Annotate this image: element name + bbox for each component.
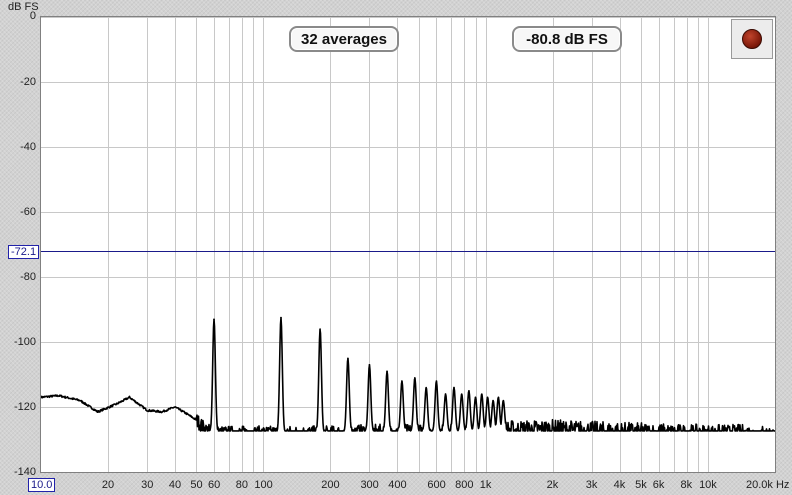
cursor-level-label[interactable]: -72.1 <box>8 244 40 259</box>
harmonic-peak <box>368 364 371 366</box>
x-tick-label: 8k <box>680 479 693 491</box>
y-tick-label: -40 <box>20 141 36 153</box>
spectrum-trace <box>41 316 775 432</box>
x-tick-label: 300 <box>360 479 379 491</box>
harmonic-peak <box>386 370 388 373</box>
level-readout: -80.8 dB FS <box>512 26 622 52</box>
harmonic-peak <box>474 396 477 399</box>
harmonic-peak <box>481 393 483 395</box>
harmonic-peak <box>414 377 416 379</box>
harmonic-peak <box>453 386 455 389</box>
x-tick-label: 50 <box>190 479 203 491</box>
harmonic-peak <box>280 316 282 319</box>
harmonic-peak <box>497 396 500 399</box>
x-tick-label: 80 <box>235 479 249 491</box>
harmonic-peak <box>347 357 349 360</box>
harmonic-peak <box>468 390 470 392</box>
x-tick-label: 400 <box>388 479 407 491</box>
x-tick-label: 1k <box>479 479 492 491</box>
harmonic-peak <box>502 399 505 402</box>
harmonic-peak <box>486 396 489 399</box>
harmonic-peak <box>460 393 463 395</box>
y-tick-label: -20 <box>20 76 36 88</box>
x-tick-label: 60 <box>208 479 221 491</box>
x-tick-label: 200 <box>321 479 340 491</box>
x-tick-label: 6k <box>652 479 665 491</box>
spectrum-analyzer-window: dB FS 0 -20 -40 -60 -80 -100 -120 -140 20 30 40 50… <box>0 0 792 495</box>
y-tick-label: -140 <box>13 466 36 478</box>
y-tick-label: -120 <box>13 401 36 413</box>
x-tick-label: 20 <box>101 479 115 491</box>
y-tick-label: -100 <box>13 336 36 348</box>
x-tick-label: 5k <box>635 479 647 491</box>
x-tick-label: 20.0k Hz <box>746 479 790 491</box>
x-tick-label: 30 <box>141 479 154 491</box>
x-tick-label: 2k <box>546 479 559 491</box>
x-axis-start-label[interactable]: 10.0 <box>28 478 56 492</box>
record-button[interactable] <box>731 19 773 59</box>
x-tick-label: 800 <box>455 479 474 491</box>
harmonic-peak <box>444 393 447 395</box>
spectrum-chart <box>41 17 775 472</box>
x-tick-label: 600 <box>427 479 446 491</box>
averages-badge: 32 averages <box>289 26 399 52</box>
y-tick-label: -60 <box>20 206 36 218</box>
harmonic-peak <box>319 328 321 330</box>
record-icon <box>742 29 762 49</box>
x-tick-label: 3k <box>585 479 598 491</box>
y-tick-label: 0 <box>29 10 36 22</box>
harmonic-peak <box>213 318 215 321</box>
harmonic-peak <box>425 386 428 389</box>
y-tick-label: -80 <box>20 271 36 283</box>
x-tick-label: 100 <box>254 479 273 491</box>
x-tick-label: 10k <box>699 479 717 491</box>
harmonic-peak <box>435 380 438 382</box>
x-tick-label: 4k <box>613 479 626 491</box>
harmonic-peak <box>492 399 494 402</box>
harmonic-peak <box>401 380 403 382</box>
spectrum-plot[interactable] <box>40 16 776 473</box>
x-tick-label: 40 <box>168 479 182 491</box>
